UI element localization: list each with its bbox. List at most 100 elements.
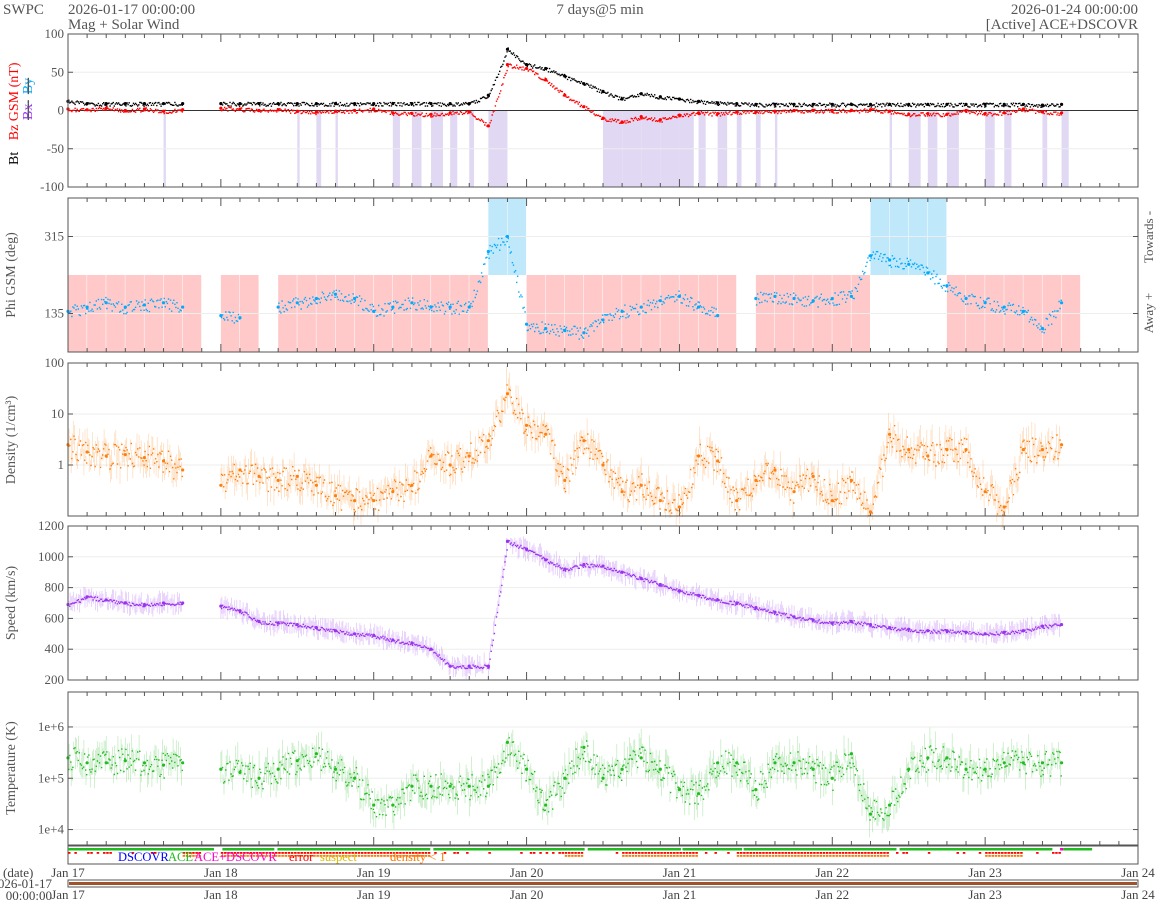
- temperature-data-point: [238, 770, 242, 775]
- speed-data-point: [448, 664, 452, 668]
- density-flag: [781, 855, 784, 857]
- error-flag: [822, 852, 826, 854]
- density-data-point: [1059, 443, 1064, 447]
- bz-data-point: [582, 105, 586, 109]
- error-flag: [660, 852, 663, 854]
- phi-data-point: [620, 309, 624, 313]
- temperature-data-point: [792, 761, 796, 765]
- error-flag: [682, 852, 686, 854]
- speed-data-point: [161, 601, 166, 605]
- speed-data-point: [620, 570, 624, 574]
- error-flag: [991, 852, 995, 854]
- bz-data-point: [926, 111, 930, 116]
- temperature-data-point: [639, 756, 643, 760]
- density-flag: [803, 855, 807, 857]
- density-flag: [880, 855, 883, 857]
- bt-data-point: [505, 47, 510, 51]
- speed-data-point: [658, 582, 662, 587]
- density-data-point: [524, 423, 529, 427]
- error-flag: [876, 852, 880, 854]
- panel-frame: [67, 362, 1139, 517]
- temperature-data-point: [181, 761, 185, 765]
- speed-data-point: [505, 539, 510, 544]
- density-flag: [1007, 855, 1010, 857]
- error-flag: [848, 852, 851, 854]
- y-tick-label: 1e+6: [38, 719, 65, 734]
- bz-data-point: [849, 108, 853, 113]
- error-flag: [803, 852, 807, 854]
- svg-text:Bx By: Bx By: [21, 78, 36, 120]
- density-data-point: [1002, 505, 1006, 509]
- density-data-point: [238, 468, 242, 472]
- speed-data-point: [219, 604, 223, 608]
- error-flag: [857, 852, 861, 854]
- bt-data-point: [735, 102, 739, 106]
- y-tick-label: 600: [45, 610, 65, 625]
- bt-data-point: [601, 89, 605, 93]
- error-flag: [87, 852, 90, 854]
- density-flag: [360, 855, 364, 857]
- temperature-data-point: [716, 761, 720, 765]
- legend-ace: ACE: [168, 850, 193, 864]
- density-flag: [577, 855, 581, 857]
- bz-data-point: [868, 108, 873, 112]
- error-flag: [880, 852, 883, 854]
- density-flag: [870, 855, 873, 857]
- bt-data-point: [544, 66, 548, 71]
- error-flag: [574, 852, 577, 854]
- bz-data-point: [983, 111, 987, 116]
- y-tick-label: 400: [45, 641, 65, 656]
- density-flag: [567, 855, 571, 857]
- temperature-data-point: [410, 784, 414, 788]
- density-flag: [571, 855, 574, 857]
- bt-data-point: [964, 102, 968, 106]
- density-flag: [819, 855, 823, 857]
- error-flag: [641, 852, 644, 854]
- density-flag: [790, 855, 794, 857]
- error-flag: [373, 852, 377, 854]
- error-flag: [895, 852, 899, 854]
- density-flag: [749, 855, 752, 857]
- density-flag: [829, 855, 832, 857]
- error-flag: [663, 852, 667, 854]
- speed-data-point: [983, 632, 987, 636]
- density-data-point: [926, 454, 930, 458]
- speed-data-point: [257, 619, 261, 624]
- density-data-point: [257, 474, 261, 478]
- error-flag: [284, 852, 288, 854]
- bz-data-point: [486, 124, 490, 128]
- phi-data-point: [601, 318, 605, 322]
- legend-dscovr: DSCOVR: [118, 850, 169, 864]
- error-flag: [1055, 852, 1058, 854]
- temperature-data-point: [754, 788, 758, 792]
- density-data-point: [161, 459, 166, 463]
- error-flag: [985, 852, 988, 854]
- phi-data-point: [142, 303, 147, 307]
- error-flag: [456, 852, 460, 854]
- phi-data-point: [658, 299, 662, 303]
- density-flag: [669, 855, 673, 857]
- bz-data-point: [333, 109, 338, 113]
- error-flag: [704, 852, 708, 854]
- density-flag: [762, 855, 765, 857]
- active-source[interactable]: [Active] ACE+DSCOVR: [986, 17, 1138, 33]
- speed-data-point: [353, 632, 357, 636]
- bz-data-point: [295, 109, 299, 113]
- density-data-point: [142, 455, 147, 460]
- density-flag: [580, 855, 584, 857]
- temperature-data-point: [945, 756, 949, 760]
- y-tick-label: -100: [40, 179, 64, 194]
- panel-phi: 315 135: [45, 197, 1139, 353]
- phi-data-point: [926, 271, 930, 275]
- phi-data-point: [1059, 301, 1064, 305]
- y-tick-label: -50: [47, 141, 64, 156]
- error-flag: [106, 852, 109, 854]
- time-span[interactable]: 7 days@5 min: [556, 2, 644, 18]
- bt-data-point: [639, 92, 643, 96]
- date-range-bar[interactable]: [69, 882, 1137, 885]
- org-label: SWPC: [3, 2, 44, 18]
- y-tick-label: 0: [58, 103, 65, 118]
- speed-data-point: [601, 564, 605, 568]
- speed-data-point: [945, 629, 949, 633]
- phi-data-point: [85, 305, 89, 309]
